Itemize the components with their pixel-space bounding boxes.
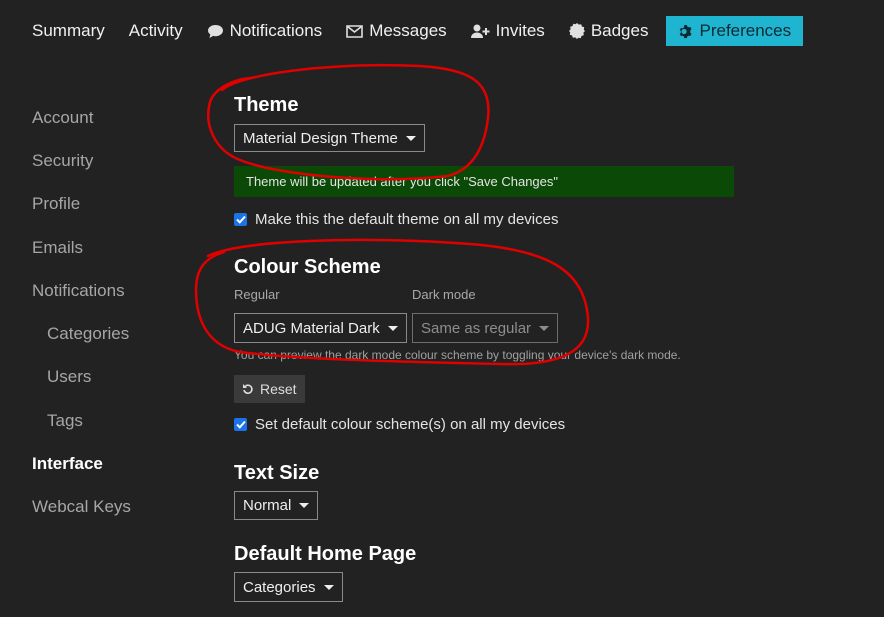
tab-summary-label: Summary	[32, 21, 105, 40]
caret-down-icon	[299, 503, 310, 508]
default-theme-row: Make this the default theme on all my de…	[234, 211, 559, 228]
dark-mode-scheme-value: Same as regular	[421, 319, 532, 337]
tab-messages[interactable]: Messages	[334, 16, 458, 46]
caret-down-icon	[539, 325, 550, 331]
tab-notifications-label: Notifications	[229, 21, 323, 40]
sidebar-item-users[interactable]: Users	[32, 356, 212, 399]
envelope-icon	[346, 24, 363, 38]
sidebar-item-notifications[interactable]: Notifications	[32, 269, 212, 312]
sidebar-item-interface[interactable]: Interface	[32, 442, 212, 485]
sidebar-item-account[interactable]: Account	[32, 96, 212, 139]
certificate-icon	[568, 23, 585, 39]
sidebar-item-profile[interactable]: Profile	[32, 183, 212, 226]
default-theme-label: Make this the default theme on all my de…	[255, 211, 559, 228]
tab-preferences[interactable]: Preferences	[666, 16, 804, 46]
dark-mode-hint: You can preview the dark mode colour sch…	[234, 348, 681, 362]
default-scheme-label: Set default colour scheme(s) on all my d…	[255, 416, 566, 433]
sidebar-item-categories[interactable]: Categories	[32, 312, 212, 355]
default-scheme-row: Set default colour scheme(s) on all my d…	[234, 416, 565, 433]
tab-preferences-label: Preferences	[699, 21, 792, 40]
sidebar-item-emails[interactable]: Emails	[32, 226, 212, 269]
tab-activity[interactable]: Activity	[117, 16, 195, 46]
sidebar-item-security[interactable]: Security	[32, 139, 212, 182]
checkmark-icon	[235, 215, 246, 224]
home-page-heading: Default Home Page	[234, 543, 417, 565]
preferences-sidebar: Account Security Profile Emails Notifica…	[32, 96, 212, 529]
theme-select[interactable]: Material Design Theme	[234, 124, 425, 152]
colour-scheme-heading: Colour Scheme	[234, 256, 381, 278]
text-size-value: Normal	[243, 497, 292, 514]
theme-highlight-circle	[207, 63, 490, 181]
tab-activity-label: Activity	[128, 21, 183, 40]
caret-down-icon	[387, 325, 398, 331]
dark-mode-scheme-select[interactable]: Same as regular	[412, 313, 559, 343]
regular-scheme-label: Regular	[234, 287, 280, 302]
tab-badges-label: Badges	[590, 21, 649, 40]
user-nav-tabs: Summary Activity Notifications Messages …	[20, 16, 804, 46]
sidebar-item-tags[interactable]: Tags	[32, 399, 212, 442]
tab-badges[interactable]: Badges	[557, 16, 661, 46]
sidebar-item-webcal-keys[interactable]: Webcal Keys	[32, 486, 212, 529]
theme-update-notice: Theme will be updated after you click "S…	[234, 166, 734, 197]
undo-icon	[242, 383, 254, 395]
default-scheme-checkbox[interactable]	[234, 418, 247, 431]
tab-invites-label: Invites	[495, 21, 545, 40]
default-theme-checkbox[interactable]	[234, 213, 247, 226]
tab-summary[interactable]: Summary	[20, 16, 117, 46]
caret-down-icon	[405, 135, 416, 141]
tab-messages-label: Messages	[369, 21, 447, 40]
gear-icon	[678, 24, 693, 39]
regular-scheme-value: ADUG Material Dark	[243, 319, 380, 337]
regular-scheme-select[interactable]: ADUG Material Dark	[234, 313, 407, 343]
checkmark-icon	[235, 420, 246, 429]
theme-heading: Theme	[234, 94, 299, 116]
tab-invites[interactable]: Invites	[459, 16, 557, 46]
theme-select-value: Material Design Theme	[243, 129, 398, 147]
home-page-value: Categories	[243, 578, 316, 596]
comment-icon	[207, 24, 224, 39]
text-size-heading: Text Size	[234, 462, 320, 484]
caret-down-icon	[323, 584, 334, 590]
reset-button[interactable]: Reset	[234, 375, 305, 403]
home-page-select[interactable]: Categories	[234, 572, 343, 602]
tab-notifications[interactable]: Notifications	[195, 16, 335, 46]
user-plus-icon	[470, 24, 490, 39]
reset-button-label: Reset	[260, 381, 297, 397]
dark-mode-scheme-label: Dark mode	[412, 287, 476, 302]
text-size-select[interactable]: Normal	[234, 491, 319, 520]
